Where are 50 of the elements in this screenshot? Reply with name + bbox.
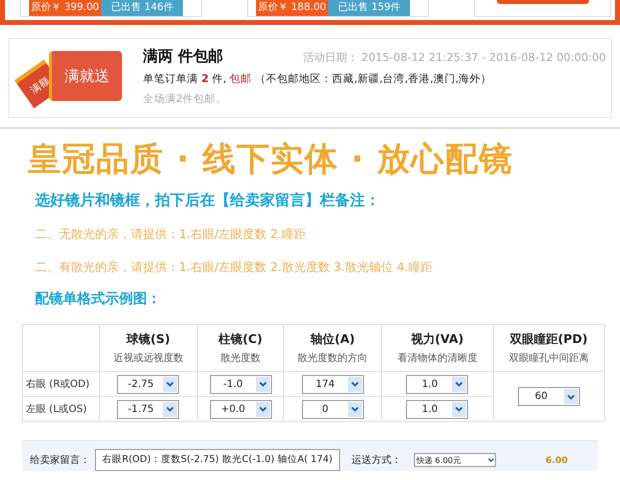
sold-count: 已出售 159件	[328, 0, 410, 16]
shipping-cost: 6.00	[546, 456, 568, 466]
column-header: 轴位(A)	[309, 331, 356, 348]
chevron-icon	[256, 376, 270, 392]
column-header: 球镜(S)	[125, 331, 172, 348]
column-header: 视力(VA)	[410, 331, 465, 348]
promo-note: 全场满2件包邮。	[143, 92, 228, 106]
chevron-icon	[348, 402, 362, 416]
price-tag: 原价￥ 188.00	[256, 0, 328, 16]
headline: 皇冠品质 · 线下实体 · 放心配镜	[28, 138, 514, 180]
chevron-icon	[163, 402, 178, 416]
chevron-icon	[163, 376, 178, 392]
note-text: 二、有散光的亲，请提供：1.右眼/左眼度数 2.散光度数 3.散光轴位 4.瞳距	[35, 259, 434, 276]
sold-count: 已出售 146件	[101, 0, 184, 16]
row-label: 右眼 (R或OD)	[22, 372, 100, 396]
chevron-icon	[486, 456, 495, 464]
dropdown[interactable]: 1.0	[406, 400, 468, 418]
promo-rule: 单笔订单满 2 件, 包邮 （不包邮地区：西藏,新疆,台湾,香港,澳门,海外）	[143, 72, 493, 86]
column-hint: 双眼瞳孔中间距离	[508, 352, 590, 365]
dropdown[interactable]: 60	[518, 387, 580, 406]
column-hint: 散光度数的方向	[296, 352, 369, 365]
chevron-icon	[564, 389, 578, 404]
note-text: 二、无散光的亲，请提供：1.右眼/左眼度数 2.瞳距	[35, 226, 307, 243]
price-tag: 原价￥ 399.00	[29, 0, 102, 16]
column-hint: 散光度数	[220, 352, 262, 365]
chevron-icon	[452, 376, 466, 392]
dropdown[interactable]: -2.75	[117, 374, 180, 394]
dropdown[interactable]: -1.75	[117, 400, 180, 418]
section-title: 配镜单格式示例图：	[35, 290, 162, 308]
chevron-icon	[256, 402, 270, 416]
row-label: 左眼 (L或OS)	[22, 396, 100, 422]
chevron-icon	[348, 376, 362, 392]
column-hint: 近视或远视度数	[112, 352, 184, 365]
dropdown[interactable]: 1.0	[406, 374, 468, 394]
dropdown[interactable]: 0	[302, 400, 364, 418]
activity-date: 活动日期： 2015-08-12 21:25:37 - 2016-08-12 00:00:00	[302, 50, 606, 65]
dropdown[interactable]: 174	[302, 374, 364, 394]
dropdown[interactable]: -1.0	[210, 374, 272, 394]
dropdown[interactable]: +0.0	[210, 400, 272, 418]
promo-title: 满两 件包邮	[143, 47, 224, 66]
column-header: 柱镜(C)	[217, 331, 264, 348]
message-field[interactable]: 右眼R(OD)：度数S(-2.75) 散光C(-1.0) 轴位A( 174)	[95, 449, 340, 471]
promo-badge: 满就送	[49, 51, 122, 101]
chevron-icon	[452, 402, 466, 416]
message-label: 给卖家留言：	[30, 454, 90, 467]
shipping-label: 运送方式：	[352, 454, 402, 467]
column-hint: 看清物体的清晰度	[396, 352, 478, 365]
shipping-dropdown[interactable]: 快递 6.00元	[414, 453, 496, 467]
column-header: 双眼瞳距(PD)	[508, 331, 589, 348]
instruction: 选好镜片和镜框，拍下后在【给卖家留言】栏备注：	[35, 191, 381, 210]
